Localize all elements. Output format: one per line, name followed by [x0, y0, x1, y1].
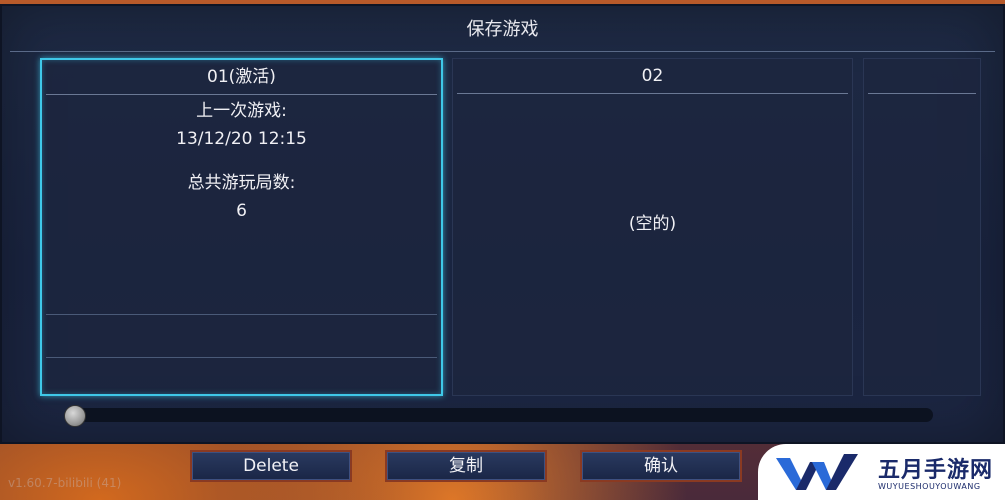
save-slot-01[interactable]: 01(激活) 上一次游戏: 13/12/20 12:15 总共游玩局数: 6: [40, 58, 443, 396]
w-logo-icon: [776, 454, 858, 490]
slot-name: 01(激活): [46, 60, 437, 95]
confirm-button[interactable]: 确认: [580, 450, 742, 482]
version-text: v1.60.7-bilibili (41): [8, 476, 122, 490]
last-played-label: 上一次游戏:: [196, 101, 287, 121]
dialog-title: 保存游戏: [466, 19, 539, 40]
save-slot-03[interactable]: [863, 58, 981, 396]
watermark-logo: 五月手游网 WUYUESHOUYOUWANG: [758, 444, 1005, 500]
total-games-value: 6: [236, 201, 247, 221]
save-slot-02[interactable]: 02 (空的): [452, 58, 853, 396]
horizontal-scrollbar[interactable]: [68, 408, 933, 422]
slot-name: 02: [457, 59, 848, 94]
empty-slot-label: (空的): [628, 214, 677, 234]
title-divider: [10, 51, 995, 52]
watermark-text: 五月手游网: [878, 458, 994, 483]
scrollbar-thumb[interactable]: [64, 405, 86, 427]
slot-divider: [46, 357, 437, 358]
last-played-value: 13/12/20 12:15: [176, 129, 307, 149]
copy-button[interactable]: 复制: [385, 450, 547, 482]
save-game-dialog: 保存游戏 01(激活) 上一次游戏: 13/12/20 12:15 总共游玩局数…: [0, 4, 1005, 444]
total-games-label: 总共游玩局数:: [187, 173, 296, 193]
slot-divider: [46, 314, 437, 315]
slot-name: [868, 59, 976, 94]
watermark-subtext: WUYUESHOUYOUWANG: [878, 482, 981, 491]
delete-button[interactable]: Delete: [190, 450, 352, 482]
